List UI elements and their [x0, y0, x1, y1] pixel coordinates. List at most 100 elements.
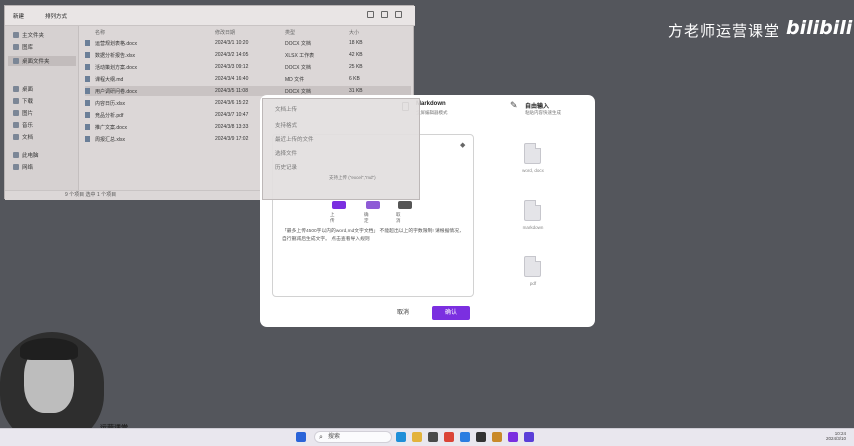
popup-item-formats[interactable]: 支持格式: [275, 121, 297, 129]
taskbar-search[interactable]: ⌕ 搜索: [314, 431, 392, 443]
store-icon[interactable]: [428, 432, 438, 442]
preview-pane-icon[interactable]: [395, 11, 402, 18]
popup-option-swatch[interactable]: [332, 201, 346, 209]
cell-date: 2024/3/9 17:02: [215, 136, 249, 142]
cell-size: 31 KB: [349, 88, 363, 94]
popup-hint: 支持上传 ("excel","md"): [329, 175, 376, 180]
chrome-icon[interactable]: [444, 432, 454, 442]
format-label-word: word, docx: [522, 168, 544, 173]
column-header-date[interactable]: 修改日期: [215, 29, 235, 36]
sidebar-item[interactable]: 图库: [13, 42, 33, 52]
sidebar-item-label: 网络: [22, 165, 34, 171]
popup-item-recent[interactable]: 最近上传的文件: [275, 135, 314, 143]
cell-size: 25 KB: [349, 64, 363, 70]
table-row[interactable]: 数据分析报告.xlsx 2024/3/2 14:05 XLSX 工作表 42 KB: [85, 50, 411, 60]
search-placeholder: 搜索: [328, 434, 341, 440]
cancel-button[interactable]: 取消: [388, 306, 418, 320]
new-button[interactable]: 新建: [13, 12, 24, 20]
file-icon: [85, 40, 90, 46]
column-header-type[interactable]: 类型: [285, 29, 295, 36]
sidebar-item[interactable]: 下载: [13, 96, 33, 106]
details-pane-icon[interactable]: [381, 11, 388, 18]
network-icon: [13, 164, 19, 170]
sidebar-item-label: 桌面: [22, 87, 34, 93]
edge-icon[interactable]: [396, 432, 406, 442]
presenter-hair: [20, 338, 78, 360]
popup-option-label: 确定: [364, 212, 369, 223]
sidebar-item-label: 主文件夹: [22, 33, 45, 39]
sidebar-item[interactable]: 文档: [13, 132, 33, 142]
watermark-channel: 方老师运营课堂: [668, 22, 781, 40]
pdf-file-icon: [524, 256, 541, 277]
mail-icon[interactable]: [460, 432, 470, 442]
file-icon: [85, 52, 90, 58]
diamond-icon: ◆: [460, 142, 466, 149]
cell-type: MD 文件: [285, 76, 305, 83]
file-icon: [85, 112, 90, 118]
sidebar-item-label: 图库: [22, 45, 34, 51]
sidebar-item[interactable]: 主文件夹: [13, 30, 44, 40]
popup-item-history[interactable]: 历史记录: [275, 163, 297, 171]
bilibili-logo: bilibili: [786, 17, 853, 39]
table-row[interactable]: 运营规划表格.docx 2024/3/1 10:20 DOCX 文档 18 KB: [85, 38, 411, 48]
file-icon: [85, 100, 90, 106]
popup-option-swatch[interactable]: [398, 201, 412, 209]
ai-icon[interactable]: [524, 432, 534, 442]
app-icon[interactable]: [508, 432, 518, 442]
file-icon: [85, 136, 90, 142]
cell-name: 周报汇总.xlsx: [95, 136, 126, 143]
sidebar-item[interactable]: 网络: [13, 162, 33, 172]
sidebar-item-label: 音乐: [22, 123, 34, 129]
confirm-button[interactable]: 确认: [432, 306, 470, 320]
table-row[interactable]: 课程大纲.md 2024/3/4 16:40 MD 文件 6 KB: [85, 74, 411, 84]
popup-item-upload[interactable]: 文档上传: [275, 105, 297, 113]
popup-option-swatch[interactable]: [366, 201, 380, 209]
clock-date[interactable]: 2024/3/10: [800, 436, 846, 441]
cell-name: 运营规划表格.docx: [95, 40, 137, 47]
word-file-icon: [524, 143, 541, 164]
cell-type: DOCX 文档: [285, 64, 311, 71]
upload-hint: 「最多上传4500字以内的word,md文字文档」 不能超出以上的字数限制! 请…: [282, 229, 464, 242]
computer-icon: [13, 152, 19, 158]
markdown-option-title[interactable]: Markdown: [416, 101, 446, 107]
taskbar: [0, 428, 854, 446]
custom-input-subtitle: 粘贴内容快速生成: [525, 110, 561, 115]
file-icon: [85, 76, 90, 82]
cell-name: 数据分析报告.xlsx: [95, 52, 136, 59]
sidebar-item[interactable]: 音乐: [13, 120, 33, 130]
gallery-icon: [13, 44, 19, 50]
sidebar-item-label: 图片: [22, 111, 34, 117]
markdown-option-subtitle: 全屏编辑器模式: [416, 110, 448, 115]
sidebar-item[interactable]: 此电脑: [13, 150, 39, 160]
view-icon[interactable]: [367, 11, 374, 18]
cell-size: 42 KB: [349, 52, 363, 58]
column-header-size[interactable]: 大小: [349, 29, 359, 36]
markdown-file-icon: [524, 200, 541, 221]
home-icon: [13, 32, 19, 38]
cell-type: DOCX 文档: [285, 88, 311, 95]
cell-date: 2024/3/6 15:22: [215, 100, 249, 106]
start-icon[interactable]: [296, 432, 306, 442]
cell-date: 2024/3/2 14:05: [215, 52, 249, 58]
popup-item-choose[interactable]: 选择文件: [275, 149, 297, 157]
download-icon: [13, 98, 19, 104]
cell-size: 6 KB: [349, 76, 360, 82]
files-icon[interactable]: [412, 432, 422, 442]
cell-name: 竞品分析.pdf: [95, 112, 124, 119]
sidebar-item[interactable]: 图片: [13, 108, 33, 118]
sidebar-item[interactable]: 桌面: [13, 84, 33, 94]
table-row[interactable]: 活动策划方案.docx 2024/3/3 09:12 DOCX 文档 25 KB: [85, 62, 411, 72]
cell-name: 活动策划方案.docx: [95, 64, 137, 71]
folder-icon: [13, 58, 19, 64]
cell-type: DOCX 文档: [285, 40, 311, 47]
cell-date: 2024/3/7 10:47: [215, 112, 249, 118]
cell-size: 18 KB: [349, 40, 363, 46]
column-header-name[interactable]: 名称: [95, 29, 105, 36]
file-icon: [85, 64, 90, 70]
notes-icon[interactable]: [492, 432, 502, 442]
music-icon: [13, 122, 19, 128]
sort-button[interactable]: 排列方式: [45, 12, 67, 20]
sidebar-item[interactable]: 桌面文件夹: [8, 56, 76, 66]
terminal-icon[interactable]: [476, 432, 486, 442]
custom-input-title[interactable]: 自由输入: [525, 101, 549, 110]
